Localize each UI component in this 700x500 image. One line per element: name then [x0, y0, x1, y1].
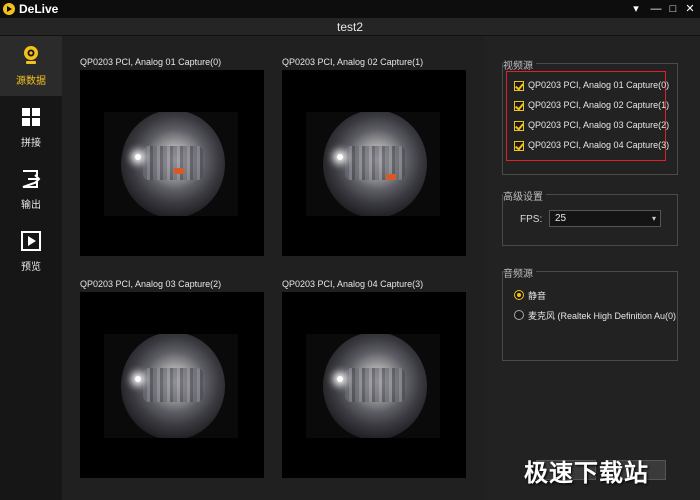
fisheye-video	[104, 334, 238, 438]
checkbox[interactable]	[514, 121, 524, 131]
sidebar-item-label: 输出	[21, 200, 41, 211]
video-source-label: QP0203 PCI, Analog 02 Capture(1)	[528, 100, 670, 110]
audio-source-label: 麦克风 (Realtek High Definition Au(0)	[528, 311, 677, 321]
video-frame[interactable]	[80, 70, 264, 256]
fisheye-lens-image	[121, 112, 225, 216]
app-logo-icon	[3, 3, 15, 15]
project-header: test2	[0, 18, 700, 36]
chevron-down-icon: ▾	[651, 214, 656, 223]
capture-label: QP0203 PCI, Analog 04 Capture(3)	[282, 279, 424, 289]
sidebar-item-output[interactable]: 输出	[0, 160, 62, 220]
app-name: DeLive	[19, 2, 59, 16]
sidebar-item-label: 源数据	[16, 76, 46, 87]
close-button[interactable]: ✕	[683, 2, 697, 16]
fisheye-lens-image	[323, 334, 427, 438]
fisheye-video	[306, 334, 440, 438]
menu-dropdown-icon[interactable]: ▾	[629, 2, 643, 16]
project-title: test2	[336, 20, 363, 34]
settings-panel: 视频源 QP0203 PCI, Analog 01 Capture(0) QP0…	[484, 36, 700, 500]
fps-select[interactable]: 25 ▾	[549, 210, 661, 227]
sidebar-item-preview[interactable]: 预览	[0, 222, 62, 282]
preview-area: QP0203 PCI, Analog 01 Capture(0) QP0203 …	[62, 36, 484, 500]
video-source-label: QP0203 PCI, Analog 01 Capture(0)	[528, 80, 670, 90]
group-title: 音频源	[503, 265, 536, 280]
video-source-label: QP0203 PCI, Analog 03 Capture(2)	[528, 120, 670, 130]
checkbox[interactable]	[514, 101, 524, 111]
capture-label: QP0203 PCI, Analog 03 Capture(2)	[80, 279, 222, 289]
maximize-button[interactable]: □	[666, 2, 680, 16]
webcam-icon	[24, 46, 38, 64]
fisheye-lens-image	[121, 334, 225, 438]
minimize-button[interactable]: —	[649, 2, 663, 16]
sidebar: 源数据 拼接 输出 预览	[0, 36, 62, 500]
fisheye-lens-image	[323, 112, 427, 216]
watermark-text: 极速下载站	[524, 460, 649, 487]
capture-label: QP0203 PCI, Analog 02 Capture(1)	[282, 57, 424, 67]
export-icon	[22, 170, 41, 188]
audio-source-label: 静音	[528, 291, 547, 301]
video-source-label: QP0203 PCI, Analog 04 Capture(3)	[528, 140, 670, 150]
capture-label: QP0203 PCI, Analog 01 Capture(0)	[80, 57, 222, 67]
fps-value: 25	[555, 213, 567, 224]
group-title: 高级设置	[503, 188, 546, 203]
video-frame[interactable]	[282, 292, 466, 478]
video-frame[interactable]	[282, 70, 466, 256]
play-icon	[21, 231, 41, 251]
scene-detail	[386, 174, 396, 180]
video-frame[interactable]	[80, 292, 264, 478]
fisheye-video	[104, 112, 238, 216]
fisheye-video	[306, 112, 440, 216]
sidebar-item-stitch[interactable]: 拼接	[0, 98, 62, 158]
checkbox[interactable]	[514, 81, 524, 91]
title-bar: DeLive ▾ — □ ✕	[0, 0, 700, 18]
scene-detail	[174, 168, 184, 174]
fps-label: FPS:	[520, 214, 543, 225]
radio-button[interactable]	[514, 290, 524, 300]
radio-button[interactable]	[514, 310, 524, 320]
sidebar-item-label: 拼接	[21, 138, 41, 149]
group-title: 视频源	[503, 57, 536, 72]
checkbox[interactable]	[514, 141, 524, 151]
grid-icon	[22, 108, 40, 126]
sidebar-item-source[interactable]: 源数据	[0, 36, 62, 96]
sidebar-item-label: 预览	[21, 262, 41, 273]
